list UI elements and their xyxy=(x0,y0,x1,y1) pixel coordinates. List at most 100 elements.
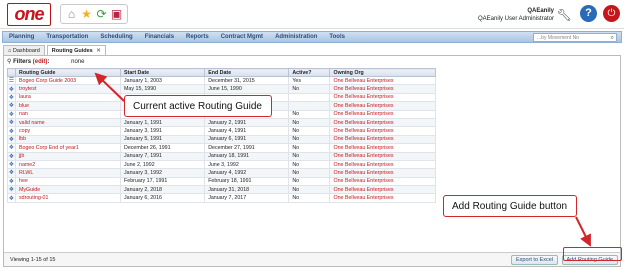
active-flag: No xyxy=(288,151,331,161)
main-nav: Planning Transportation Scheduling Finan… xyxy=(2,31,622,43)
owning-org[interactable]: One Bellveau Enterprises xyxy=(329,168,436,178)
end-date: January 31, 2018 xyxy=(204,185,290,195)
table-row[interactable]: ❖ RLWL January 3, 1992 January 4, 1992 No One… xyxy=(7,168,436,178)
diamond-icon: ❖ xyxy=(7,126,16,136)
nav-reports[interactable]: Reports xyxy=(180,34,215,40)
table-row[interactable]: ❖ sdrouting-01 January 6, 2016 January 7, 2… xyxy=(7,193,436,203)
nav-scheduling[interactable]: Scheduling xyxy=(94,34,138,40)
diamond-icon: ❖ xyxy=(7,134,16,145)
owning-org[interactable]: One Bellveau Enterprises xyxy=(329,193,436,203)
column-header-routing-guide[interactable]: Routing Guide xyxy=(14,68,122,77)
filters-edit-link[interactable]: (edit) xyxy=(33,59,48,65)
panel-footer: Viewing 1-15 of 15 Export to Excel Add R… xyxy=(4,252,620,266)
owning-org[interactable]: One Bellveau Enterprises xyxy=(329,151,436,161)
nav-financials[interactable]: Financials xyxy=(139,34,180,40)
routing-guide-name[interactable]: Bogeo Corp Guide 2003 xyxy=(14,75,122,86)
routing-guide-name[interactable]: name2 xyxy=(14,159,122,170)
nav-tools[interactable]: Tools xyxy=(323,34,351,40)
nav-administration[interactable]: Administration xyxy=(269,34,323,40)
routing-guide-name[interactable]: MyGuide xyxy=(14,185,122,195)
diamond-icon: ❖ xyxy=(7,84,16,94)
movement-search-input[interactable]: ...by Movement No ⌕ xyxy=(533,33,617,42)
column-header-start-date[interactable]: Start Date xyxy=(120,68,206,77)
table-row[interactable]: ❖ valid name January 1, 1991 January 2, 199… xyxy=(7,117,436,128)
owning-org[interactable]: One Bellveau Enterprises xyxy=(329,134,436,145)
owning-org[interactable]: One Bellveau Enterprises xyxy=(329,159,436,170)
routing-guide-name[interactable]: laura xyxy=(14,92,122,103)
diamond-icon: ❖ xyxy=(7,109,16,119)
diamond-icon: ❖ xyxy=(7,151,16,161)
owning-org[interactable]: One Bellveau Enterprises xyxy=(329,101,436,111)
home-icon[interactable]: ⌂ xyxy=(65,7,79,21)
top-bar: one ⌂ ★ ⟳ ▣ QAEanily QAEanily User Admin… xyxy=(0,0,624,29)
start-date: January 1, 1991 xyxy=(120,117,206,128)
nav-contract-mgmt[interactable]: Contract Mgmt xyxy=(215,34,269,40)
search-icon[interactable]: ⌕ xyxy=(611,34,614,42)
start-date: December 26, 1991 xyxy=(120,143,206,153)
routing-guide-name[interactable]: blue xyxy=(14,101,122,111)
power-icon[interactable]: ⏻ xyxy=(603,5,620,22)
export-to-excel-button[interactable]: Export to Excel xyxy=(511,255,558,265)
column-header-owning-org[interactable]: Owning Org xyxy=(329,68,436,77)
owning-org[interactable]: One Bellveau Enterprises xyxy=(329,117,436,128)
end-date: January 2, 1991 xyxy=(204,117,290,128)
end-date: June 3, 1992 xyxy=(204,159,290,170)
column-header-end-date[interactable]: End Date xyxy=(204,68,290,77)
table-row[interactable]: ☰ Bogeo Corp Guide 2003 January 1, 2003 Dec… xyxy=(7,75,436,86)
active-flag: No xyxy=(288,109,331,119)
wrench-icon[interactable]: 🔧︎ xyxy=(557,8,572,22)
owning-org[interactable]: One Bellveau Enterprises xyxy=(329,92,436,103)
tab-routing-guides[interactable]: Routing Guides ✕ xyxy=(46,45,106,55)
routing-guide-name[interactable]: Bogeo Corp End of year1 xyxy=(14,143,122,153)
table-row[interactable]: ❖ copy January 3, 1991 January 4, 1991 No One… xyxy=(7,126,436,136)
end-date: January 6, 1991 xyxy=(204,134,290,145)
routing-guide-name[interactable]: hee xyxy=(14,176,122,187)
owning-org[interactable]: One Bellveau Enterprises xyxy=(329,109,436,119)
close-tab-icon[interactable]: ✕ xyxy=(96,48,101,54)
app-logo[interactable]: one xyxy=(7,3,51,26)
routing-guide-name[interactable]: troytest xyxy=(14,84,122,94)
filters-value: none xyxy=(71,59,85,65)
owning-org[interactable]: One Bellveau Enterprises xyxy=(329,126,436,136)
filters-label: Filters xyxy=(13,59,32,65)
table-row[interactable]: ❖ MyGuide January 2, 2018 January 31, 2018 N… xyxy=(7,185,436,195)
diamond-icon: ❖ xyxy=(7,193,16,203)
routing-guide-name[interactable]: nan xyxy=(14,109,122,119)
active-flag: No xyxy=(288,117,331,128)
table-row[interactable]: ❖ Bogeo Corp End of year1 December 26, 199… xyxy=(7,143,436,153)
owning-org[interactable]: One Bellveau Enterprises xyxy=(329,185,436,195)
tab-dashboard[interactable]: ⌂ Dashboard xyxy=(3,45,45,55)
column-header-active[interactable]: Active? xyxy=(288,68,331,77)
table-row[interactable]: ❖ name2 June 2, 1992 June 3, 1992 No One Bell… xyxy=(7,159,436,170)
routing-guide-name[interactable]: sdrouting-01 xyxy=(14,193,122,203)
refresh-icon[interactable]: ⟳ xyxy=(95,7,109,21)
active-flag xyxy=(288,92,331,103)
active-flag: No xyxy=(288,168,331,178)
routing-guides-table: Routing Guide Start Date End Date Active… xyxy=(7,68,436,203)
star-icon[interactable]: ★ xyxy=(80,7,94,21)
tab-label: Routing Guides xyxy=(51,48,93,54)
owning-org[interactable]: One Bellveau Enterprises xyxy=(329,176,436,187)
owning-org[interactable]: One Bellveau Enterprises xyxy=(329,84,436,94)
quick-icon-bar: ⌂ ★ ⟳ ▣ xyxy=(60,4,128,24)
logo-text: one xyxy=(14,4,44,24)
inbox-icon[interactable]: ▣ xyxy=(110,7,124,21)
routing-guide-name[interactable]: valid name xyxy=(14,117,122,128)
table-row[interactable]: ❖ lbb January 5, 1991 January 6, 1991 No One … xyxy=(7,134,436,145)
end-date: January 7, 2017 xyxy=(204,193,290,203)
owning-org[interactable]: One Bellveau Enterprises xyxy=(329,143,436,153)
routing-guide-name[interactable]: jjb xyxy=(14,151,122,161)
end-date: January 4, 1992 xyxy=(204,168,290,178)
table-row[interactable]: ❖ hee February 17, 1991 February 18, 1991 No… xyxy=(7,176,436,187)
owning-org[interactable]: One Bellveau Enterprises xyxy=(329,75,436,86)
nav-planning[interactable]: Planning xyxy=(3,34,40,40)
routing-guide-name[interactable]: RLWL xyxy=(14,168,122,178)
help-icon[interactable]: ? xyxy=(580,5,597,22)
table-row[interactable]: ❖ jjb January 7, 1991 January 18, 1991 No One… xyxy=(7,151,436,161)
routing-guide-name[interactable]: lbb xyxy=(14,134,122,145)
start-date: January 7, 1991 xyxy=(120,151,206,161)
start-date: January 1, 2003 xyxy=(120,75,206,86)
nav-transportation[interactable]: Transportation xyxy=(40,34,94,40)
routing-guide-name[interactable]: copy xyxy=(14,126,122,136)
table-row[interactable]: ❖ troytest May 15, 1990 June 15, 1990 No One … xyxy=(7,84,436,94)
